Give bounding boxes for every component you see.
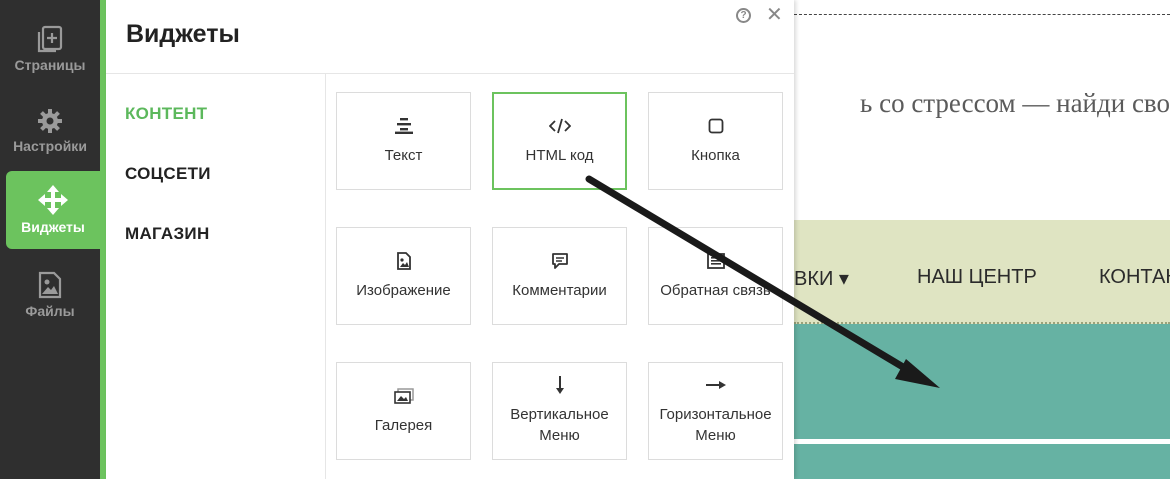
widget-horizontal-menu[interactable]: Горизонтальное Меню	[648, 362, 783, 460]
hero-section	[794, 324, 1170, 479]
hero-divider	[794, 439, 1170, 444]
panel-divider	[106, 73, 794, 74]
widget-label: Комментарии	[512, 281, 607, 299]
sidebar-item-label: Страницы	[14, 57, 86, 73]
sidebar-item-label: Настройки	[13, 138, 87, 154]
gallery-icon	[393, 387, 414, 405]
code-icon	[548, 117, 571, 135]
widget-vertical-menu[interactable]: Вертикальное Меню	[492, 362, 627, 460]
nav-link-contacts[interactable]: КОНТАК	[1099, 266, 1170, 289]
category-content[interactable]: КОНТЕНТ	[125, 104, 207, 124]
widget-image[interactable]: Изображение	[336, 227, 471, 325]
widget-label: Кнопка	[691, 146, 740, 164]
widget-label: Изображение	[356, 281, 451, 299]
widget-label: Текст	[384, 146, 423, 164]
widget-label: Обратная связь	[660, 281, 771, 299]
widget-label: HTML код	[525, 146, 594, 164]
close-icon[interactable]: ✕	[766, 5, 783, 25]
pages-icon	[37, 25, 63, 53]
sidebar-item-label: Файлы	[25, 303, 75, 319]
category-social[interactable]: СОЦСЕТИ	[125, 164, 211, 184]
widgets-panel: Виджеты ? ✕ КОНТЕНТ СОЦСЕТИ МАГАЗИН Текс…	[106, 0, 794, 479]
nav-link-our-center[interactable]: НАШ ЦЕНТР	[917, 266, 1037, 289]
sidebar-item-files[interactable]: Файлы	[0, 256, 100, 334]
gear-icon	[38, 109, 62, 133]
widget-button[interactable]: Кнопка	[648, 92, 783, 190]
sidebar-item-settings[interactable]: Настройки	[0, 92, 100, 170]
editor-sidebar: Страницы Настройки Виджеты Файлы	[0, 0, 100, 479]
move-icon	[38, 185, 68, 215]
panel-title: Виджеты	[126, 20, 240, 48]
panel-column-divider	[325, 73, 326, 479]
sidebar-item-pages[interactable]: Страницы	[0, 10, 100, 88]
image-file-icon	[396, 251, 411, 270]
comment-icon	[551, 252, 569, 270]
dashed-divider	[794, 14, 1170, 15]
arrow-down-icon	[555, 376, 565, 394]
form-icon	[706, 252, 725, 270]
widget-feedback[interactable]: Обратная связь	[648, 227, 783, 325]
widget-label: Вертикальное Меню	[510, 406, 609, 444]
site-tagline: ь со стрессом — найди сво	[860, 88, 1170, 118]
widget-label: Галерея	[374, 416, 433, 434]
arrow-right-icon	[705, 376, 726, 394]
site-navigation: ВКИ ▾ НАШ ЦЕНТР КОНТАК	[794, 220, 1170, 324]
sidebar-item-label: Виджеты	[21, 219, 85, 235]
sidebar-item-widgets[interactable]: Виджеты	[6, 171, 100, 249]
button-square-icon	[708, 117, 724, 135]
category-shop[interactable]: МАГАЗИН	[125, 224, 210, 244]
widget-gallery[interactable]: Галерея	[336, 362, 471, 460]
widget-html-code[interactable]: HTML код	[492, 92, 627, 190]
widget-label: Горизонтальное Меню	[659, 406, 772, 444]
widget-comments[interactable]: Комментарии	[492, 227, 627, 325]
help-icon[interactable]: ?	[736, 8, 751, 23]
text-align-icon	[394, 117, 413, 135]
widget-text[interactable]: Текст	[336, 92, 471, 190]
file-image-icon	[38, 271, 62, 299]
nav-link-partial[interactable]: ВКИ ▾	[794, 266, 849, 291]
